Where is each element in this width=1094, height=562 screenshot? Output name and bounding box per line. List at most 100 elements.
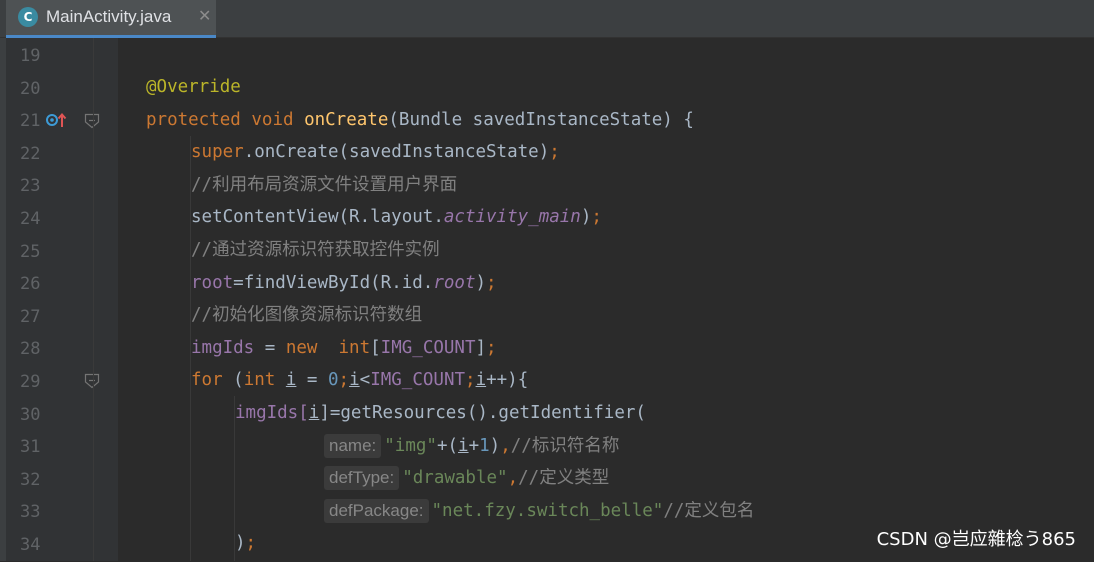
static-field: activity_main [443,207,581,228]
comment: //定义包名 [663,500,755,521]
code-line-22: super.onCreate(savedInstanceState); [191,136,560,169]
semicolon: ; [338,370,350,391]
semicolon: ; [486,272,497,293]
method-name: onCreate [304,109,389,130]
variable: i [475,370,487,391]
field: IMG_COUNT [380,337,476,358]
override-method-icon[interactable] [45,111,69,131]
code-text: +( [436,435,459,456]
code-text: < [359,370,371,391]
code-text: ] [475,337,487,358]
parameter-hint: name: [324,433,382,458]
comment: //初始化图像资源标识符数组 [191,305,423,326]
csdn-watermark: CSDN @岂应雜棯う865 [876,529,1076,550]
code-line-24: setContentView(R.layout.activity_main); [191,201,602,234]
code-text: ) [475,272,487,293]
keyword: for [191,370,223,391]
code-line-34: ); [235,527,256,560]
semicolon: ; [591,207,602,228]
line-number: 31 [20,437,41,458]
code-line-32: defType: "drawable",//定义类型 [324,462,609,495]
static-field: root [433,272,476,293]
line-number: 24 [20,209,41,229]
line-number: 27 [20,306,41,327]
code-text: .onCreate(savedInstanceState) [243,142,550,163]
gutter-fold-line [93,38,94,561]
number: 0 [328,370,339,391]
code-text: = [254,337,286,358]
code-line-21: protected void onCreate(Bundle savedInst… [146,104,694,137]
number: 1 [479,435,490,456]
line-number: 26 [20,274,41,295]
code-text: ( [222,370,244,391]
semicolon: ; [465,370,476,391]
code-line-25: //通过资源标识符获取控件实例 [191,234,440,267]
variable: i [285,370,297,391]
semicolon: ; [486,337,497,358]
string-literal: "net.fzy.switch_belle" [431,500,664,521]
keyword: int [243,370,276,391]
line-number: 33 [20,502,41,523]
variable: i [458,435,469,456]
string-literal: "drawable" [402,468,508,489]
line-number: 23 [20,176,41,197]
code-text: + [468,435,480,456]
code-text: (Bundle savedInstanceState) { [388,109,694,130]
code-line-28: imgIds = new int[IMG_COUNT]; [191,332,497,365]
fold-icon[interactable] [84,373,100,389]
keyword: void [251,109,294,130]
keyword: protected [146,109,241,130]
comment: //利用布局资源文件设置用户界面 [191,174,458,195]
code-text: [ [298,403,309,423]
code-line-23: //利用布局资源文件设置用户界面 [191,169,457,202]
string-literal: "img" [384,435,437,456]
line-number: 29 [20,372,41,392]
code-line-33: defPackage: "net.fzy.switch_belle"//定义包名 [324,495,754,528]
field: imgIds [191,337,255,358]
variable: i [308,403,320,423]
semicolon: ; [549,142,560,163]
comma: , [507,468,519,489]
code-line-31: name: "img"+(i+1),//标识符名称 [324,430,619,463]
line-number: 32 [20,469,41,490]
code-text: [ [370,337,381,358]
keyword: super [191,142,244,163]
code-line-27: //初始化图像资源标识符数组 [191,299,422,332]
code-text: = [296,370,328,391]
code-line-20: @Override [146,71,241,104]
line-number: 25 [20,241,41,262]
parameter-hint: defPackage: [324,498,429,523]
java-class-icon: C [18,7,38,27]
code-text: ]=getResources().getIdentifier( [319,403,646,423]
code-text: =findViewById(R.id. [233,272,434,293]
parameter-hint: defType: [324,466,400,491]
fold-icon[interactable] [84,113,100,129]
code-line-26: root=findViewById(R.id.root); [191,267,497,300]
line-number: 22 [20,143,41,164]
field: imgIds [235,403,299,423]
code-line-30: imgIds[i]=getResources().getIdentifier( [235,397,646,430]
line-number: 20 [20,78,41,99]
field: IMG_COUNT [370,370,466,391]
annotation: @Override [146,77,241,97]
comma: , [500,435,511,456]
comment: //标识符名称 [510,435,620,456]
editor-tab-bar: C MainActivity.java ✕ [0,0,1094,38]
editor-gutter: 19 20 21 22 23 24 25 26 27 28 29 30 31 3… [6,38,118,561]
variable: i [349,370,360,391]
code-text: ) [235,533,246,554]
code-editor[interactable]: @Override protected void onCreate(Bundle… [118,38,1094,561]
line-number: 28 [20,339,41,360]
code-text: ) [580,207,592,228]
code-text: ) [489,435,501,456]
line-number: 19 [20,46,41,66]
code-text: ++){ [486,370,529,391]
comment: //通过资源标识符获取控件实例 [191,240,440,260]
code-text: setContentView(R.layout. [191,207,444,228]
tab-mainactivity[interactable]: C MainActivity.java ✕ [6,0,216,38]
code-line-29: for (int i = 0;i<IMG_COUNT;i++){ [191,364,528,397]
semicolon: ; [245,533,257,554]
close-icon[interactable]: ✕ [198,5,211,27]
